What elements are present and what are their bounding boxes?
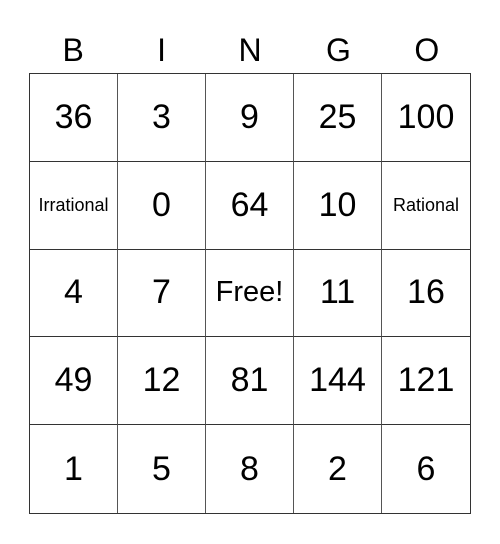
bingo-card-grid: 36 3 9 25 100 Irrational 0 64 10 Rationa… — [29, 73, 471, 514]
bingo-cell[interactable]: 9 — [206, 74, 294, 162]
header-letter-b: B — [62, 32, 84, 68]
bingo-cell[interactable]: Rational — [382, 162, 470, 250]
bingo-cell[interactable]: 2 — [294, 425, 382, 513]
bingo-cell[interactable]: 25 — [294, 74, 382, 162]
bingo-cell[interactable]: 121 — [382, 337, 470, 426]
header-letter-o: O — [414, 32, 440, 68]
bingo-cell[interactable]: 3 — [118, 74, 206, 162]
header-letter-i: I — [157, 32, 167, 68]
bingo-header: B I N G O — [29, 28, 471, 72]
bingo-cell[interactable]: 12 — [118, 337, 206, 426]
bingo-cell[interactable]: 0 — [118, 161, 206, 250]
header-letter-n: N — [238, 32, 262, 68]
bingo-cell[interactable]: 81 — [206, 337, 294, 426]
bingo-cell[interactable]: 49 — [30, 337, 118, 426]
bingo-cell[interactable]: 4 — [30, 249, 118, 338]
bingo-cell[interactable]: 1 — [30, 425, 118, 513]
bingo-cell[interactable]: 11 — [294, 249, 382, 338]
bingo-cell[interactable]: 6 — [382, 425, 470, 513]
free-space-cell[interactable]: Free! — [206, 249, 294, 338]
bingo-cell[interactable]: 7 — [118, 249, 206, 338]
bingo-cell[interactable]: 36 — [30, 74, 118, 162]
bingo-cell[interactable]: 8 — [206, 425, 294, 513]
header-letter-g: G — [325, 32, 351, 68]
bingo-cell[interactable]: Irrational — [30, 161, 118, 250]
bingo-cell[interactable]: 10 — [294, 161, 382, 250]
bingo-cell[interactable]: 5 — [118, 425, 206, 513]
bingo-cell[interactable]: 16 — [382, 250, 470, 338]
bingo-cell[interactable]: 144 — [294, 337, 382, 426]
bingo-cell[interactable]: 64 — [206, 161, 294, 250]
bingo-cell[interactable]: 100 — [382, 74, 470, 162]
